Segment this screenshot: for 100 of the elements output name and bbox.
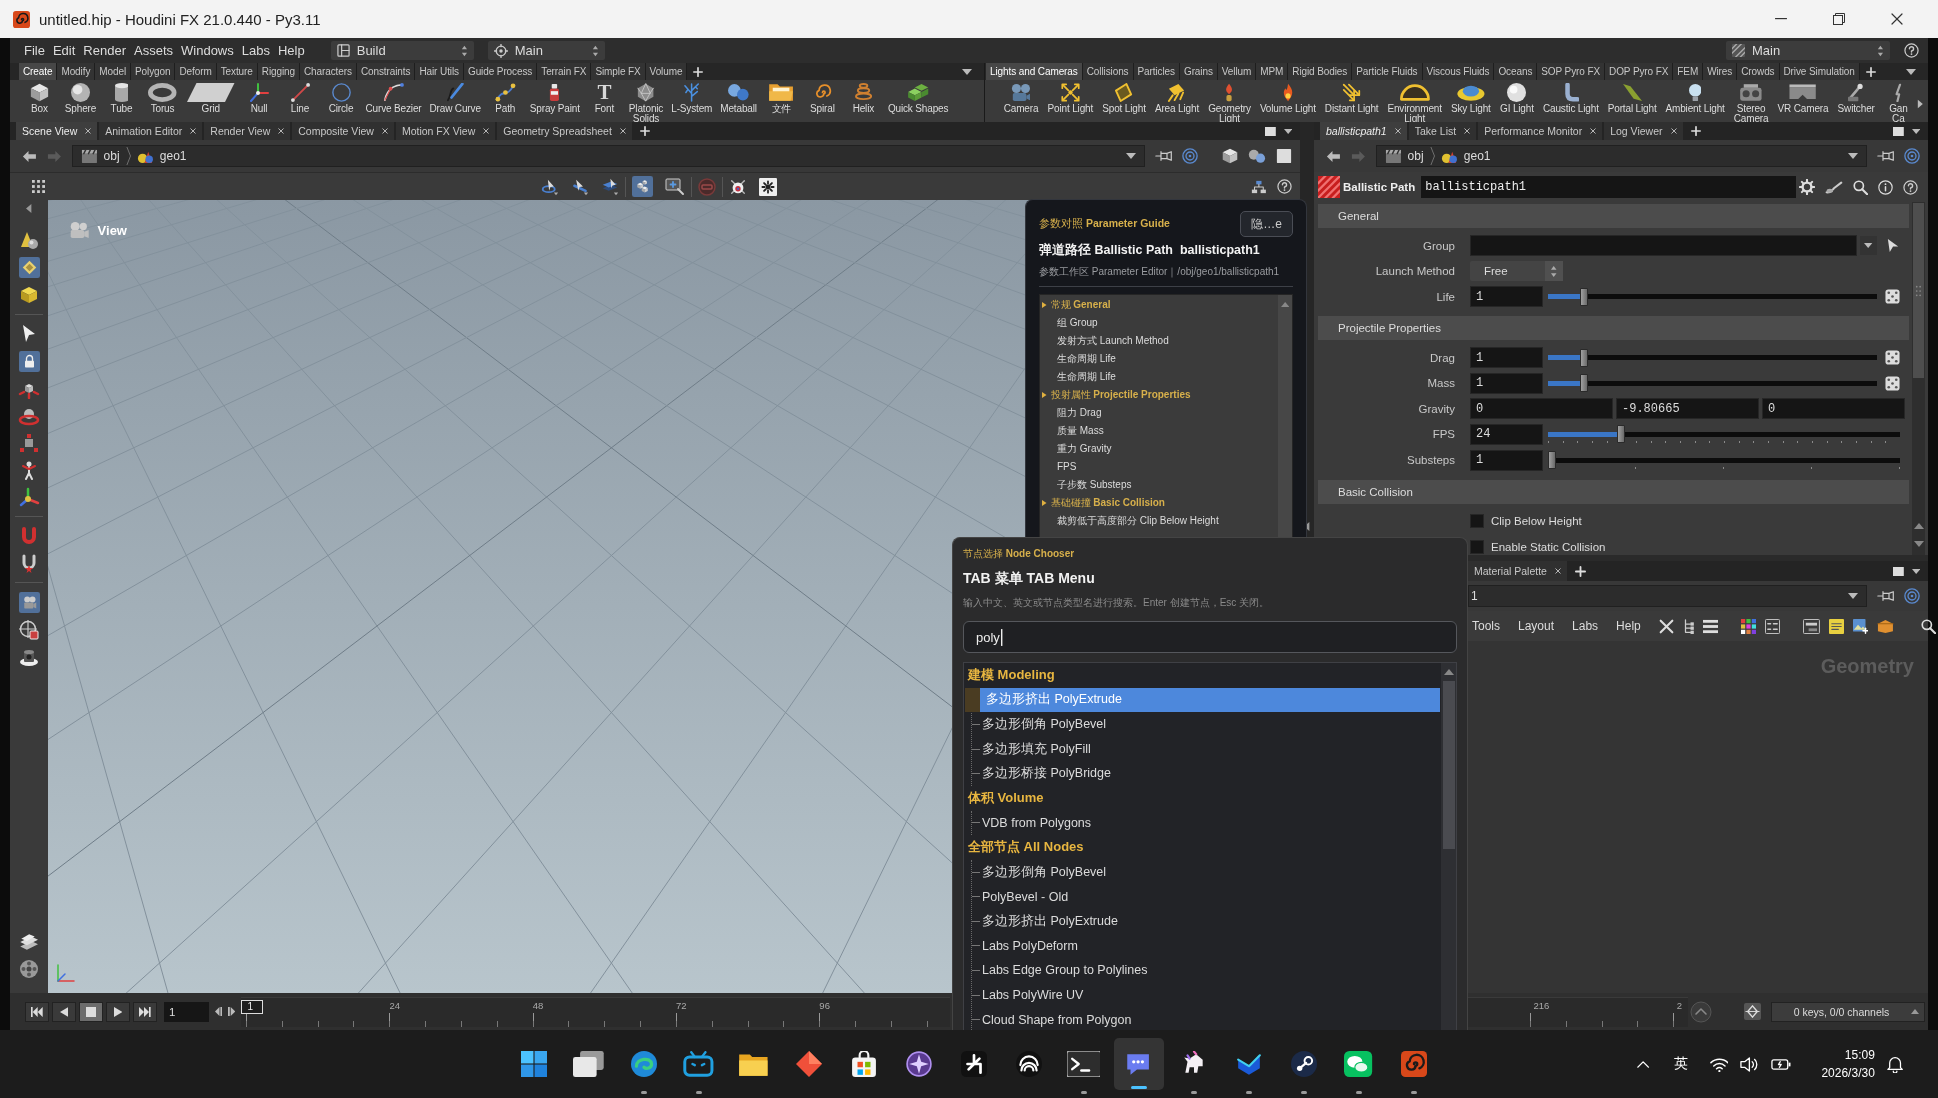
shelf-tool[interactable]: Grid — [183, 83, 239, 114]
square-icon[interactable] — [1264, 126, 1276, 136]
collapse-arrow-icon[interactable] — [26, 204, 32, 213]
checkbox[interactable] — [1470, 539, 1484, 554]
shelf-tab[interactable]: Characters — [300, 63, 357, 80]
shelf-tool[interactable]: Tube — [101, 83, 142, 114]
desktop-dropdown[interactable]: Main — [1726, 41, 1890, 60]
hierarchy-icon[interactable] — [1251, 179, 1267, 194]
pane-tab[interactable]: Render View — [204, 122, 291, 140]
shelf-tab[interactable]: Collisions — [1082, 63, 1134, 80]
dropdown-button[interactable] — [1860, 236, 1877, 255]
close-icon[interactable] — [1670, 128, 1677, 134]
arches-icon[interactable] — [1015, 1051, 1042, 1077]
film-camera-icon[interactable] — [18, 592, 40, 613]
box-icon[interactable] — [1877, 618, 1895, 634]
minimize-icon[interactable] — [1775, 18, 1787, 20]
checkbox-label[interactable]: Clip Below Height — [1491, 515, 1582, 528]
shelf-tool[interactable]: Spray Paint — [525, 83, 584, 114]
scroll-up-icon[interactable] — [1443, 669, 1454, 675]
shelf-tab[interactable]: Grains — [1179, 63, 1218, 80]
guide-section[interactable]: 常规 General — [1042, 296, 1278, 314]
dropdown-arrow-icon[interactable] — [1125, 153, 1136, 159]
shelf-tab[interactable]: Model — [95, 63, 132, 80]
film-reel-icon[interactable] — [19, 959, 39, 979]
current-frame-marker[interactable]: 1 — [241, 999, 264, 1014]
guide-item[interactable]: 质量 Mass — [1042, 422, 1278, 440]
scroll-up-icon[interactable] — [1913, 523, 1924, 529]
menu-item[interactable]: Tools — [1472, 619, 1500, 633]
guide-item[interactable]: 子步数 Substeps — [1042, 476, 1278, 494]
context-dropdown[interactable]: Main — [487, 41, 605, 60]
close-icon[interactable] — [85, 128, 92, 134]
shelf-tab[interactable]: DOP Pyro FX — [1605, 63, 1674, 80]
pane-tab[interactable]: ballisticpath1 — [1320, 122, 1407, 140]
shelf-tool[interactable]: Platonic Solids — [624, 83, 668, 124]
path-segment[interactable]: geo1 — [132, 148, 191, 164]
cube-icon[interactable] — [19, 285, 39, 305]
slider-handle[interactable] — [1580, 348, 1589, 367]
pin-icon[interactable] — [1154, 150, 1172, 162]
value-field[interactable]: -9.80665 — [1616, 398, 1759, 420]
shelf-tool[interactable]: T Font — [583, 83, 625, 114]
shelf-tab[interactable]: Particle Fluids — [1352, 63, 1423, 80]
shelf-tab[interactable]: Particles — [1133, 63, 1180, 80]
shelf-tab[interactable]: Vellum — [1217, 63, 1257, 80]
shelf-tool[interactable]: Caustic Light — [1538, 83, 1604, 114]
plus-icon[interactable] — [639, 126, 650, 136]
shelf-tab[interactable]: Create — [19, 63, 58, 80]
menu-item[interactable]: Labs — [1572, 619, 1599, 633]
shelf-tool[interactable]: Circle — [320, 83, 362, 114]
scrollbar[interactable] — [1912, 202, 1925, 555]
tree-list-icon[interactable] — [1682, 618, 1695, 634]
back-arrow-icon[interactable] — [22, 149, 37, 163]
shopping-bag-icon[interactable] — [850, 1051, 877, 1077]
shelf-tool[interactable]: Portal Light — [1603, 83, 1662, 114]
shelf-tool[interactable]: Point Light — [1043, 83, 1098, 114]
playback-button[interactable] — [133, 1001, 157, 1022]
shelf-tool[interactable]: GI Light — [1495, 83, 1539, 114]
shelf-tab[interactable]: Constraints — [356, 63, 416, 80]
step-forward-icon[interactable] — [228, 1007, 236, 1016]
back-arrow-icon[interactable] — [1326, 149, 1341, 163]
shelf-tool[interactable]: VR Camera — [1773, 83, 1833, 114]
value-field[interactable]: 0 — [1470, 398, 1613, 420]
dropdown-arrow-icon[interactable] — [962, 68, 972, 75]
terminal-icon[interactable] — [1066, 1051, 1101, 1077]
dropdown-arrow-icon[interactable] — [1847, 593, 1858, 599]
menu-item[interactable]: Layout — [1518, 619, 1555, 633]
shelf-tool[interactable]: Torus — [142, 83, 183, 114]
menu-item[interactable]: Assets — [130, 38, 177, 63]
bell-icon[interactable] — [1886, 1055, 1903, 1073]
path-segment[interactable]: obj — [76, 148, 124, 164]
chevron-up-icon[interactable] — [1637, 1060, 1650, 1068]
menu-item[interactable]: File — [20, 38, 49, 63]
dot-grid-icon[interactable] — [32, 180, 45, 193]
tv-face-icon[interactable] — [683, 1051, 714, 1077]
value-field[interactable]: 0 — [1762, 398, 1905, 420]
wifi-icon[interactable] — [1709, 1056, 1729, 1072]
close-icon[interactable] — [1394, 128, 1401, 134]
dice-icon[interactable] — [1885, 350, 1900, 366]
pane-tab[interactable]: Composite View — [292, 122, 394, 140]
restore-icon[interactable] — [1833, 13, 1845, 25]
slider-handle[interactable] — [1580, 374, 1589, 393]
guide-item[interactable]: 发射方式 Launch Method — [1042, 332, 1278, 350]
pane-tab[interactable]: Motion FX View — [395, 122, 496, 140]
close-icon[interactable] — [1464, 128, 1471, 134]
dice-icon[interactable] — [1885, 375, 1900, 391]
target-rings-icon[interactable] — [1904, 588, 1920, 604]
shelf-tool[interactable]: Volume Light — [1255, 83, 1321, 114]
shelf-tool[interactable]: Spot Light — [1097, 83, 1151, 114]
playback-button[interactable] — [79, 1001, 103, 1022]
target-rings-icon[interactable] — [1181, 148, 1198, 164]
pane-tab[interactable]: Material Palette — [1468, 561, 1567, 581]
value-field[interactable]: 1 — [1470, 449, 1543, 471]
color-grid-icon[interactable] — [1741, 618, 1757, 634]
shelf-tab[interactable]: Terrain FX — [537, 63, 592, 80]
target-disc-icon[interactable] — [729, 177, 747, 196]
shelf-tab[interactable]: FEM — [1673, 63, 1704, 80]
scrollbar-thumb[interactable] — [1913, 203, 1924, 378]
close-icon[interactable] — [381, 128, 388, 134]
keys-status-field[interactable]: 0 keys, 0/0 channels — [1771, 1001, 1925, 1022]
dropdown-arrow-icon[interactable] — [1847, 153, 1858, 159]
help-icon[interactable] — [1904, 43, 1919, 58]
